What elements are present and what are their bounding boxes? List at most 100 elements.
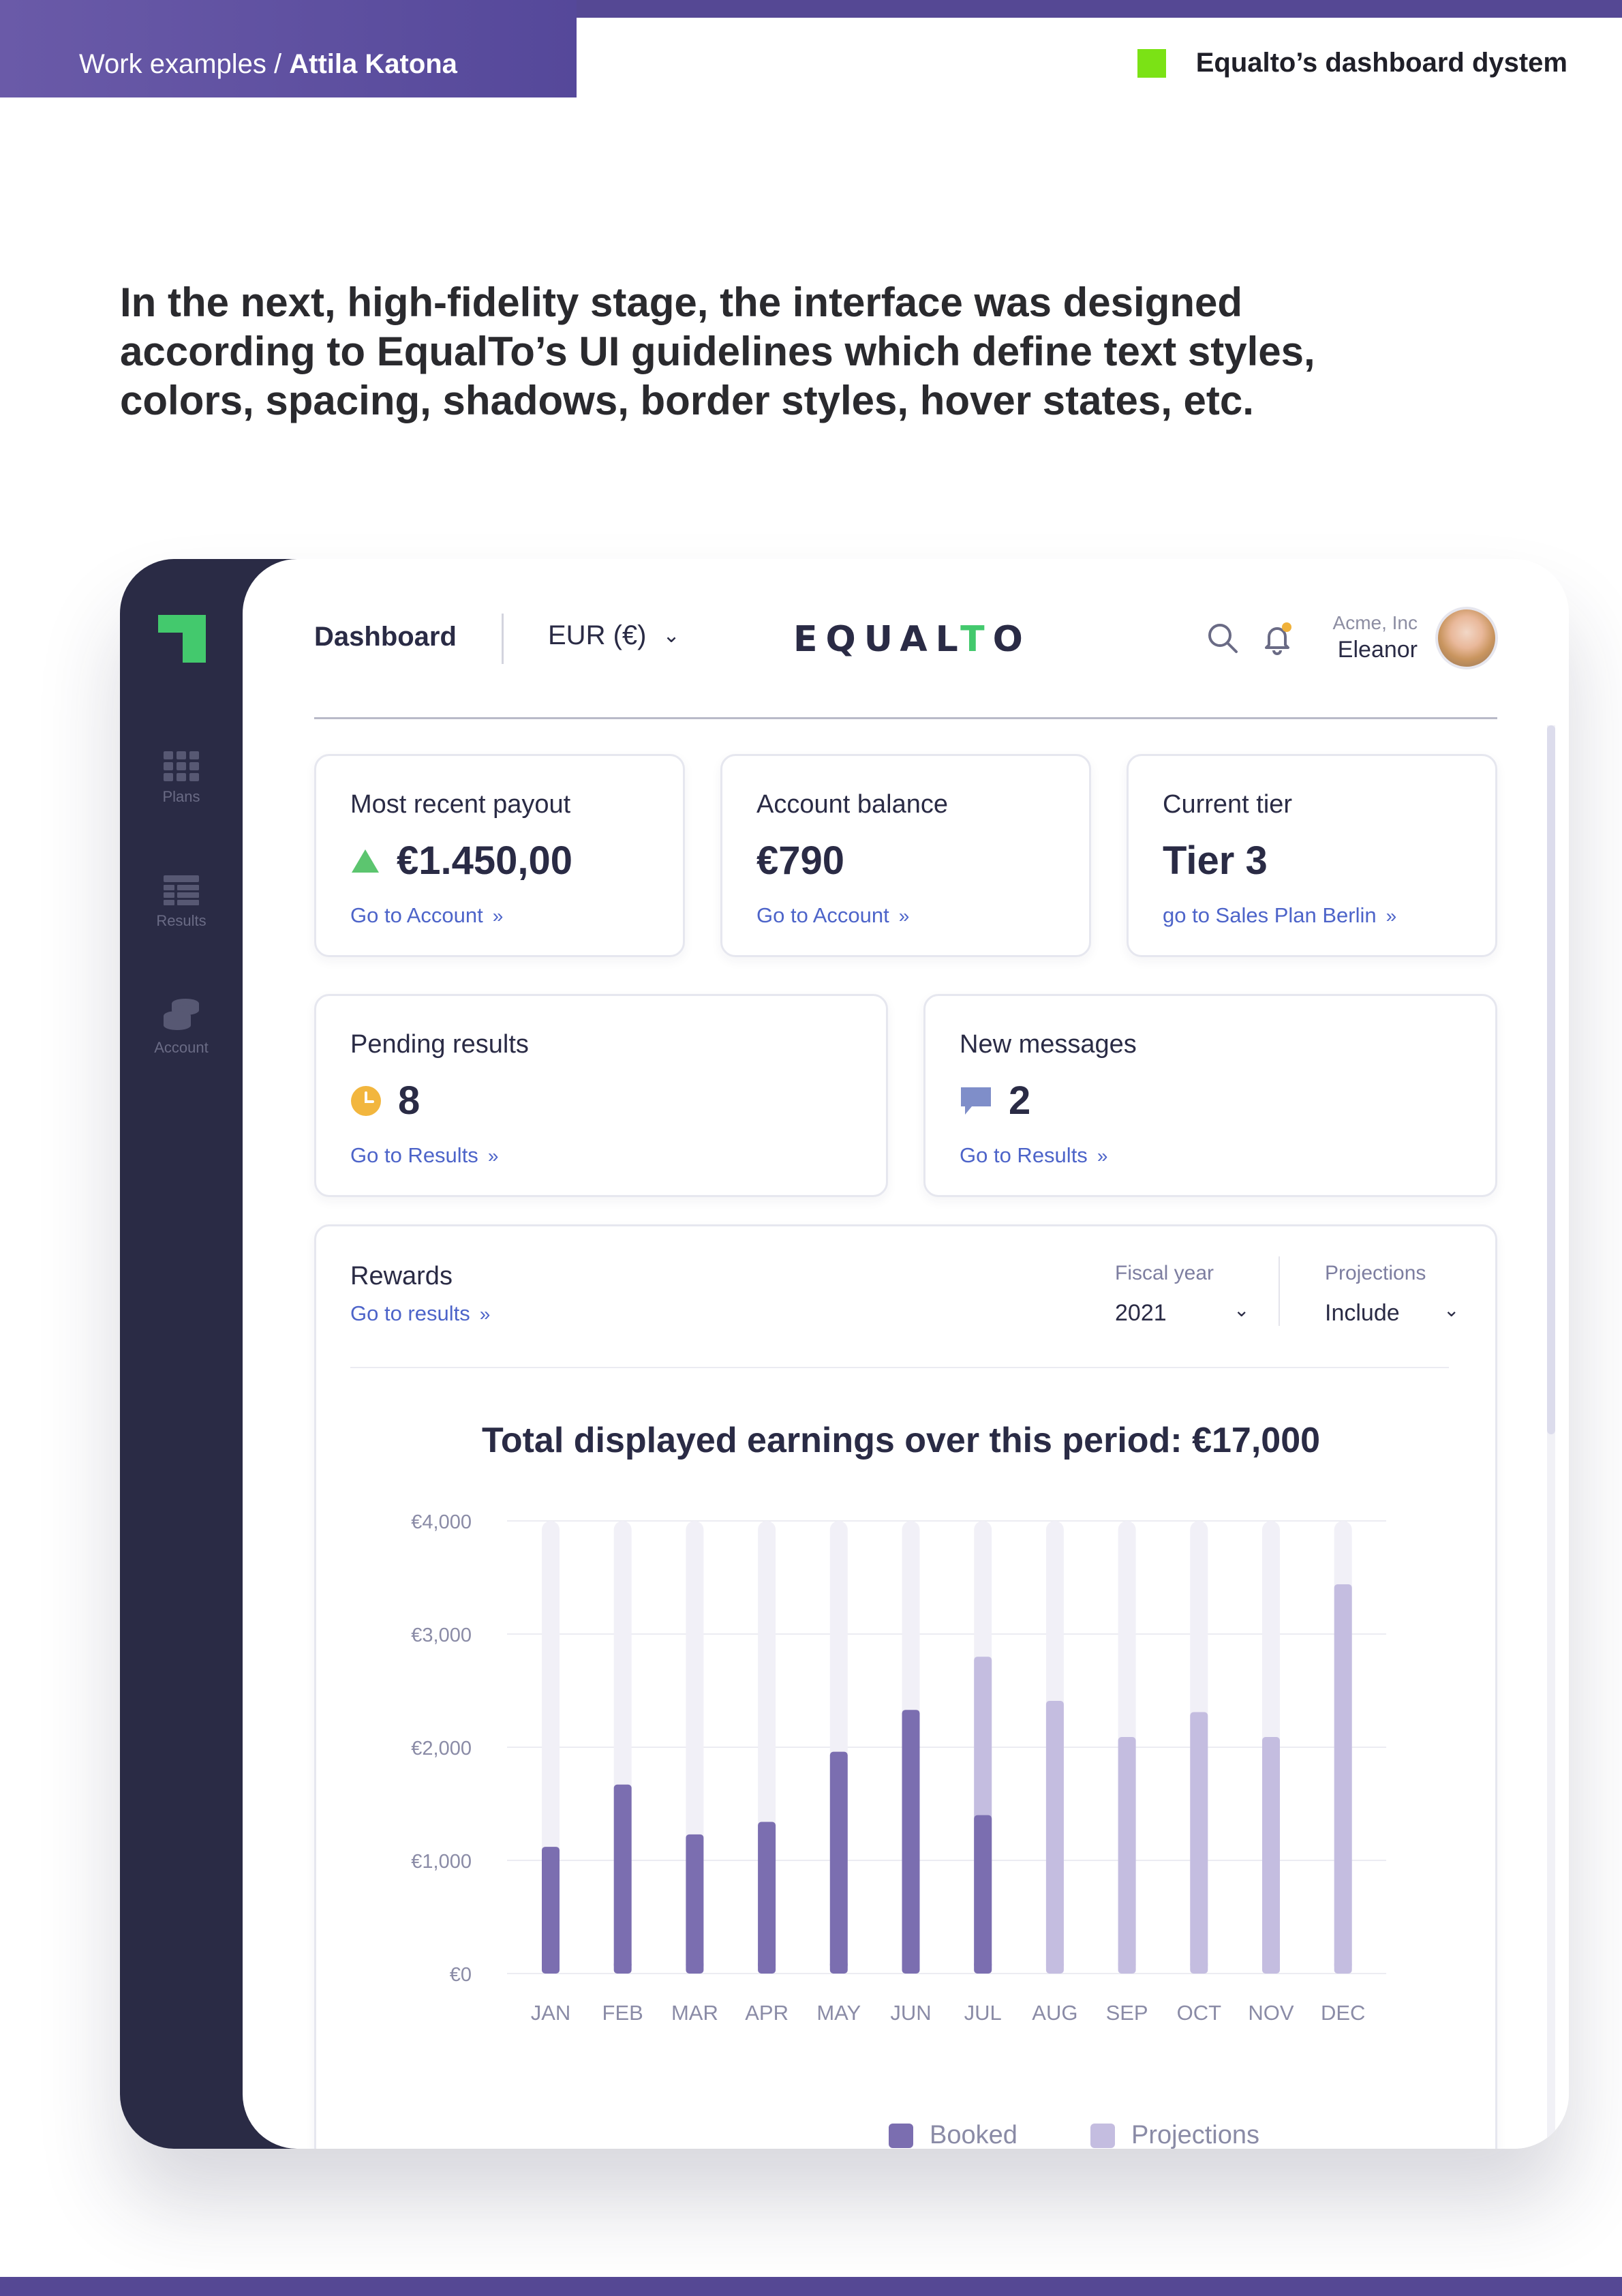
clock-icon (351, 1085, 381, 1116)
bar-booked (758, 1822, 776, 1974)
card-current-tier: Current tier Tier 3 go to Sales Plan Ber… (1127, 754, 1497, 957)
y-tick-label: €4,000 (411, 1511, 472, 1533)
x-tick-label: AUG (1032, 2001, 1077, 2025)
sidebar-item-results[interactable]: Results (120, 875, 243, 930)
card-label: Current tier (1163, 790, 1293, 819)
card-pending-results: Pending results 8 Go to Results» (314, 994, 888, 1197)
page-title: Dashboard (314, 622, 457, 652)
bar-projection (1045, 1700, 1064, 1974)
bar-booked (613, 1784, 632, 1974)
legend-booked: Booked (889, 2121, 1017, 2149)
project-title: Equalto’s dashboard dystem (1137, 48, 1567, 78)
x-tick-label: OCT (1177, 2001, 1222, 2025)
card-new-messages: New messages 2 Go to Results» (923, 994, 1497, 1197)
legend-projections: Projections (1090, 2121, 1259, 2149)
card-value: €1.450,00 (350, 838, 572, 883)
legend-swatch-projections (1090, 2123, 1115, 2148)
avatar[interactable] (1435, 607, 1498, 669)
bar-cap (1334, 1956, 1352, 1974)
bar-projection (1334, 1584, 1352, 1974)
card-value: 8 (350, 1078, 420, 1123)
y-tick-label: €2,000 (411, 1738, 472, 1759)
x-tick-label: NOV (1248, 2001, 1294, 2025)
brand-logo: EQUALTO (793, 619, 1031, 660)
up-triangle-icon (352, 849, 379, 873)
bar-booked (542, 1847, 560, 1974)
x-tick-label: JUN (890, 2001, 931, 2025)
sidebar-item-label: Results (156, 912, 206, 929)
bar-booked (902, 1710, 920, 1974)
coins-icon (164, 999, 199, 1030)
grid-icon (164, 751, 199, 781)
x-tick-label: SEP (1106, 2001, 1148, 2025)
card-label: Account balance (756, 790, 948, 819)
search-icon[interactable] (1204, 619, 1242, 657)
bar-projection (1262, 1737, 1280, 1974)
breadcrumb-prefix: Work examples / (79, 49, 290, 79)
currency-select[interactable]: EUR (€) ⌄ (548, 620, 680, 651)
go-to-results-link[interactable]: Go to Results» (350, 1143, 498, 1168)
table-icon (164, 875, 199, 905)
y-tick-label: €1,000 (411, 1851, 472, 1873)
x-tick-label: APR (745, 2001, 789, 2025)
app-logo-icon[interactable] (158, 615, 206, 663)
bar-booked (686, 1834, 704, 1974)
card-recent-payout: Most recent payout €1.450,00 Go to Accou… (314, 754, 685, 957)
bell-icon[interactable] (1258, 619, 1296, 657)
card-label: Pending results (350, 1030, 529, 1059)
x-tick-label: JAN (531, 2001, 571, 2025)
bar-cap (902, 1956, 920, 1974)
bar-cap (1262, 1956, 1280, 1974)
breadcrumb: Work examples / Attila Katona (0, 0, 577, 97)
x-tick-label: FEB (602, 2001, 643, 2025)
bar-booked (974, 1815, 992, 1974)
legend-swatch-booked (889, 2123, 913, 2148)
bar-cap (1045, 1956, 1064, 1974)
legend-label: Projections (1131, 2121, 1259, 2149)
bar-cap (613, 1956, 632, 1974)
go-to-account-link[interactable]: Go to Account» (756, 903, 909, 928)
sidebar-item-label: Account (154, 1039, 209, 1056)
x-tick-label: JUL (964, 2001, 1002, 2025)
card-value: Tier 3 (1163, 839, 1268, 883)
bar-cap (542, 1956, 560, 1974)
header-divider (502, 614, 504, 664)
bar-projection (1118, 1737, 1136, 1974)
card-value: 2 (960, 1078, 1030, 1123)
rewards-card: Rewards Go to results» Fiscal year 2021 … (314, 1224, 1497, 2149)
green-square-icon (1137, 48, 1166, 78)
message-icon (961, 1087, 991, 1115)
breadcrumb-author: Attila Katona (289, 49, 457, 79)
go-to-results-link[interactable]: Go to Results» (960, 1143, 1107, 1168)
card-label: New messages (960, 1030, 1137, 1059)
bar-projection (1190, 1712, 1208, 1974)
go-to-sales-plan-link[interactable]: go to Sales Plan Berlin» (1163, 903, 1396, 928)
card-account-balance: Account balance €790 Go to Account» (720, 754, 1091, 957)
x-tick-label: MAY (816, 2001, 861, 2025)
currency-value: EUR (€) (548, 620, 647, 650)
dashboard-panel: Dashboard EUR (€) ⌄ EQUALTO Acme, Inc El… (243, 559, 1569, 2149)
intro-text: In the next, high-fidelity stage, the in… (120, 280, 1315, 423)
bar-booked (829, 1751, 848, 1974)
card-label: Most recent payout (350, 790, 571, 819)
earnings-bar-chart: €0 €1,000 €2,000 €3,000 €4,000 JAN FEB MAR APR MA… (411, 1511, 1386, 2025)
x-tick-label: DEC (1321, 2001, 1365, 2025)
scrollbar-thumb[interactable] (1547, 725, 1555, 1434)
sidebar-item-account[interactable]: Account (120, 998, 243, 1057)
legend-label: Booked (930, 2121, 1017, 2149)
go-to-account-link[interactable]: Go to Account» (350, 903, 503, 928)
bar-cap (829, 1956, 848, 1974)
y-tick-label: €3,000 (411, 1625, 472, 1646)
x-tick-label: MAR (671, 2001, 718, 2025)
user-name: Eleanor (1337, 637, 1418, 663)
sidebar-item-plans[interactable]: Plans (120, 751, 243, 806)
chevron-down-icon: ⌄ (662, 624, 680, 647)
bottom-accent-strip (0, 2277, 1622, 2296)
header-divider-line (314, 717, 1497, 719)
bar-cap (758, 1956, 776, 1974)
project-title-text: Equalto’s dashboard dystem (1195, 48, 1567, 78)
bar-cap (1190, 1956, 1208, 1974)
card-value: €790 (756, 839, 845, 883)
bar-cap (686, 1956, 704, 1974)
y-tick-label: €0 (450, 1964, 472, 1986)
